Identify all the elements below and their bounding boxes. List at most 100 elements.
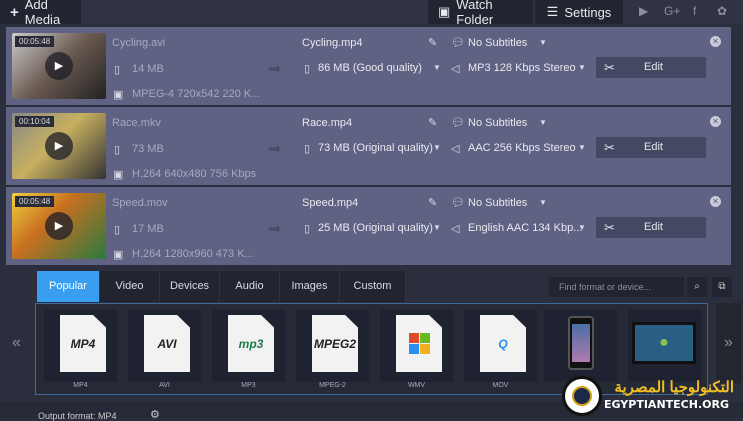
format-search-input[interactable]: Find format or device...: [549, 277, 684, 297]
avi-icon: AVI: [144, 315, 190, 372]
output-size-dropdown[interactable]: 86 MB (Good quality): [318, 62, 422, 74]
edit-button[interactable]: ✂ Edit: [596, 137, 706, 158]
format-iphone[interactable]: [544, 310, 617, 382]
scroll-left-button[interactable]: «: [4, 303, 29, 383]
android-icon: ●: [635, 325, 693, 361]
play-icon[interactable]: ▶: [45, 212, 73, 240]
duration-badge: 00:10:04: [15, 116, 55, 127]
format-label: MPEG-2: [319, 382, 346, 389]
arrow-right-icon: ➡: [268, 141, 282, 158]
youtube-icon[interactable]: ▶: [639, 4, 648, 18]
file-row[interactable]: 00:10:04 ▶ Race.mkv ▯ 73 MB ▣ H.264 640x4…: [6, 107, 731, 185]
subtitles-dropdown[interactable]: No Subtitles: [468, 197, 527, 209]
format-mov[interactable]: Q: [464, 310, 537, 382]
output-filename: Speed.mp4: [302, 197, 359, 209]
gear-icon[interactable]: ⚙: [150, 408, 160, 421]
video-info-icon: ▣: [113, 249, 124, 261]
audio-dropdown[interactable]: English AAC 134 Kbp...: [468, 222, 582, 234]
mov-icon: Q: [480, 315, 526, 372]
source-info: H.264 1280x960 473 K...: [132, 248, 254, 260]
source-filename: Speed.mov: [112, 197, 168, 209]
speaker-icon: ◁: [451, 223, 460, 235]
video-thumbnail[interactable]: 00:05:48 ▶: [12, 33, 106, 99]
close-icon[interactable]: ✕: [710, 196, 721, 207]
output-size-dropdown[interactable]: 73 MB (Original quality): [318, 142, 433, 154]
tab-audio[interactable]: Audio: [220, 271, 280, 302]
search-icon[interactable]: ⌕: [687, 277, 707, 297]
chevron-down-icon[interactable]: ▼: [539, 198, 547, 207]
source-info: H.264 640x480 756 Kbps: [132, 168, 257, 180]
subtitles-icon: 💬︎: [451, 37, 465, 49]
chevron-down-icon[interactable]: ▼: [539, 118, 547, 127]
format-mp4[interactable]: MP4: [44, 310, 117, 382]
file-icon: ▯: [304, 143, 311, 155]
file-icon: ▯: [114, 64, 121, 76]
toolbar: + Add Media ▣ Watch Folder ☰ Settings ▶ G+ …: [0, 0, 743, 27]
tab-custom[interactable]: Custom: [340, 271, 406, 302]
chevron-down-icon[interactable]: ▼: [433, 223, 441, 232]
scissors-icon: ✂: [604, 140, 615, 155]
scissors-icon: ✂: [604, 60, 615, 75]
format-label: MP4: [73, 382, 88, 389]
pencil-icon[interactable]: ✎: [428, 196, 437, 209]
edit-button[interactable]: ✂ Edit: [596, 217, 706, 238]
pencil-icon[interactable]: ✎: [428, 116, 437, 129]
play-icon[interactable]: ▶: [45, 132, 73, 160]
source-filename: Race.mkv: [112, 117, 161, 129]
mpeg-2-icon: MPEG2: [312, 315, 358, 372]
watch-folder-button[interactable]: ▣ Watch Folder: [428, 0, 533, 27]
scissors-icon: ✂: [604, 220, 615, 235]
format-label: AVI: [159, 382, 170, 389]
close-icon[interactable]: ✕: [710, 116, 721, 127]
file-icon: ▯: [114, 144, 121, 156]
chevron-down-icon[interactable]: ▼: [433, 63, 441, 72]
tab-popular[interactable]: Popular: [37, 271, 100, 302]
arrow-right-icon: ➡: [268, 221, 282, 238]
chevron-down-icon[interactable]: ▼: [539, 38, 547, 47]
chevron-down-icon[interactable]: ▼: [578, 143, 586, 152]
audio-dropdown[interactable]: AAC 256 Kbps Stereo: [468, 142, 576, 154]
vk-icon[interactable]: ✿: [717, 4, 727, 18]
tab-devices[interactable]: Devices: [160, 271, 220, 302]
pencil-icon[interactable]: ✎: [428, 36, 437, 49]
format-mp3[interactable]: mp3: [212, 310, 285, 382]
folder-icon: ▣: [438, 4, 451, 19]
subtitles-dropdown[interactable]: No Subtitles: [468, 37, 527, 49]
video-thumbnail[interactable]: 00:10:04 ▶: [12, 113, 106, 179]
mp4-icon: MP4: [60, 315, 106, 372]
output-size-dropdown[interactable]: 25 MB (Original quality): [318, 222, 433, 234]
video-info-icon: ▣: [113, 89, 124, 101]
chevron-down-icon[interactable]: ▼: [433, 143, 441, 152]
format-label: MOV: [492, 382, 509, 389]
wmv-icon: [396, 315, 442, 372]
add-media-button[interactable]: + Add Media: [0, 0, 81, 27]
menu-icon: ☰: [546, 4, 559, 19]
chevron-down-icon[interactable]: ▼: [578, 223, 586, 232]
subtitles-icon: 💬︎: [451, 117, 465, 129]
file-list: 00:05:48 ▶ Cycling.avi ▯ 14 MB ▣ MPEG-4 7…: [6, 27, 731, 267]
format-avi[interactable]: AVI: [128, 310, 201, 382]
format-android[interactable]: ●: [628, 310, 701, 382]
file-row[interactable]: 00:05:48 ▶ Cycling.avi ▯ 14 MB ▣ MPEG-4 7…: [6, 27, 731, 105]
google-plus-icon[interactable]: G+: [664, 4, 680, 18]
chevron-down-icon[interactable]: ▼: [578, 63, 586, 72]
tab-images[interactable]: Images: [280, 271, 340, 302]
duration-badge: 00:05:48: [15, 196, 55, 207]
file-row[interactable]: 00:05:48 ▶ Speed.mov ▯ 17 MB ▣ H.264 1280…: [6, 187, 731, 265]
settings-button[interactable]: ☰ Settings: [535, 0, 623, 24]
audio-dropdown[interactable]: MP3 128 Kbps Stereo: [468, 62, 576, 74]
device-detect-icon[interactable]: ⧉: [712, 277, 732, 297]
scroll-right-button[interactable]: »: [716, 303, 741, 383]
close-icon[interactable]: ✕: [710, 36, 721, 47]
file-icon: ▯: [304, 223, 311, 235]
mp3-icon: mp3: [228, 315, 274, 372]
facebook-icon[interactable]: f: [693, 4, 696, 18]
format-wmv[interactable]: [380, 310, 453, 382]
plus-icon: +: [10, 3, 19, 21]
subtitles-dropdown[interactable]: No Subtitles: [468, 117, 527, 129]
format-mpeg-2[interactable]: MPEG2: [296, 310, 369, 382]
video-thumbnail[interactable]: 00:05:48 ▶: [12, 193, 106, 259]
play-icon[interactable]: ▶: [45, 52, 73, 80]
edit-button[interactable]: ✂ Edit: [596, 57, 706, 78]
tab-video[interactable]: Video: [100, 271, 160, 302]
